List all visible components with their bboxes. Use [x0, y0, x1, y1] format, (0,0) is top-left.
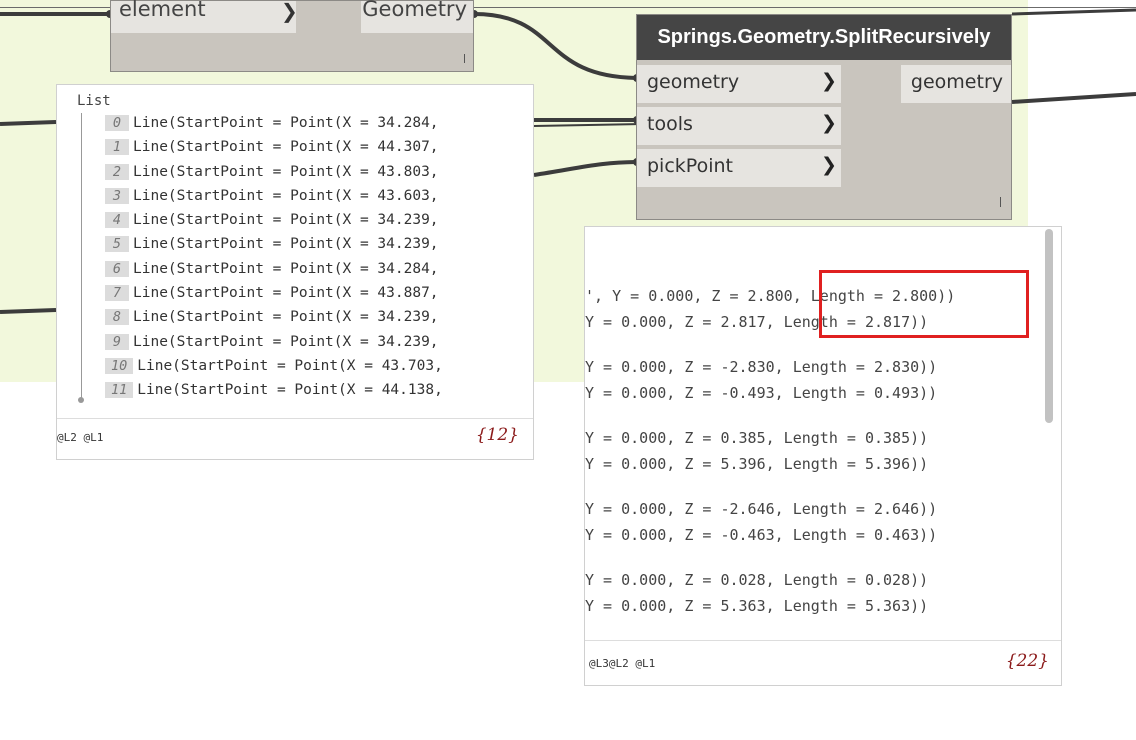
- wire-output-right: [1011, 92, 1136, 104]
- geometry-output-port[interactable]: Geometry: [361, 0, 473, 33]
- list-item-text: Line(StartPoint = Point(X = 44.307,: [133, 139, 439, 156]
- list-item-text: Line(StartPoint = Point(X = 34.239,: [133, 309, 439, 326]
- input-label-pickpoint: pickPoint: [647, 155, 733, 177]
- lacing-indicator: [464, 54, 465, 63]
- list-item[interactable]: 10 Line(StartPoint = Point(X = 43.703,: [105, 357, 443, 382]
- list-item-text: Line(StartPoint = Point(X = 43.887,: [133, 285, 439, 302]
- list-item[interactable]: Y = 0.000, Z = -2.830, Length = 2.830)): [585, 358, 937, 376]
- list-item[interactable]: 2 Line(StartPoint = Point(X = 43.803,: [105, 163, 443, 188]
- split-recursively-node[interactable]: Springs.Geometry.SplitRecursively geomet…: [636, 14, 1012, 220]
- list-index: 9: [105, 333, 129, 350]
- list-item[interactable]: Y = 0.000, Z = 0.385, Length = 0.385)): [585, 429, 928, 447]
- list-index: 11: [105, 382, 134, 399]
- list-item-text: Line(StartPoint = Point(X = 34.284,: [133, 115, 439, 131]
- list-item-text: Line(StartPoint = Point(X = 34.284,: [133, 260, 439, 277]
- element-node[interactable]: element ❯ Geometry: [110, 0, 474, 72]
- wire-geometry-to-split: [473, 12, 641, 80]
- list-item[interactable]: 11 Line(StartPoint = Point(X = 44.138,: [105, 382, 443, 406]
- output-port-geometry[interactable]: geometry: [901, 65, 1011, 103]
- list-item[interactable]: 9 Line(StartPoint = Point(X = 34.239,: [105, 333, 443, 358]
- list-index: 0: [105, 115, 129, 131]
- list-item[interactable]: Y = 0.000, Z = -0.463, Length = 0.463)): [585, 526, 937, 544]
- list-item-text: Line(StartPoint = Point(X = 44.138,: [137, 382, 443, 399]
- chevron-right-icon[interactable]: ❯: [821, 154, 837, 176]
- wire-to-pickpoint: [533, 160, 641, 177]
- list-levels[interactable]: @L2 @L1: [57, 431, 103, 444]
- list-index: 1: [105, 139, 129, 156]
- list-item-text: Line(StartPoint = Point(X = 34.239,: [133, 333, 439, 350]
- list-item[interactable]: 7 Line(StartPoint = Point(X = 43.887,: [105, 285, 443, 309]
- node-title[interactable]: Springs.Geometry.SplitRecursively: [637, 15, 1011, 60]
- list-item[interactable]: 6 Line(StartPoint = Point(X = 34.284,: [105, 260, 443, 285]
- wire-left-lower: [0, 308, 57, 314]
- list-item[interactable]: 8 Line(StartPoint = Point(X = 34.239,: [105, 309, 443, 333]
- list-item-text: Line(StartPoint = Point(X = 34.239,: [133, 212, 439, 229]
- element-input-port[interactable]: element ❯: [111, 0, 298, 33]
- list-index: 3: [105, 187, 129, 204]
- wire-list-to-tools-2: [533, 123, 641, 127]
- input-label-geometry: geometry: [647, 71, 740, 93]
- input-port-pickpoint[interactable]: pickPoint ❯: [637, 149, 841, 187]
- list-index: 6: [105, 260, 129, 277]
- item-count: {22}: [1005, 651, 1049, 671]
- chevron-right-icon[interactable]: ❯: [821, 70, 837, 92]
- list-index: 10: [105, 357, 134, 374]
- list-index: 7: [105, 285, 129, 302]
- tree-line: [81, 113, 82, 401]
- list-item-text: Line(StartPoint = Point(X = 34.239,: [133, 236, 439, 253]
- tree-end-dot: [78, 397, 84, 403]
- list-index: 8: [105, 309, 129, 326]
- geometry-output-label: Geometry: [362, 0, 467, 21]
- list-item[interactable]: 3 Line(StartPoint = Point(X = 43.603,: [105, 187, 443, 212]
- list-item[interactable]: Y = 0.000, Z = -2.646, Length = 2.646)): [585, 500, 937, 518]
- output-label-geometry: geometry: [910, 71, 1003, 93]
- item-count: {12}: [475, 425, 519, 445]
- element-input-label: element: [119, 0, 206, 21]
- list-item[interactable]: Y = 0.000, Z = -0.493, Length = 0.493)): [585, 384, 937, 402]
- list-item-text: Line(StartPoint = Point(X = 43.803,: [133, 163, 439, 180]
- list-rows: 0 Line(StartPoint = Point(X = 34.284, 1 Li…: [105, 115, 443, 407]
- list-item-text: Line(StartPoint = Point(X = 43.603,: [133, 187, 439, 204]
- list-item[interactable]: Y = 0.000, Z = 5.396, Length = 5.396)): [585, 455, 928, 473]
- input-label-tools: tools: [647, 113, 693, 135]
- list-item[interactable]: 0 Line(StartPoint = Point(X = 34.284,: [105, 115, 443, 139]
- wire-top-right: [1011, 8, 1136, 16]
- preview-footer: @L2 @L1 {12}: [57, 418, 533, 459]
- wire-left-mid: [0, 120, 57, 126]
- input-port-geometry[interactable]: geometry ❯: [637, 65, 841, 103]
- input-port-tools[interactable]: tools ❯: [637, 107, 841, 145]
- highlight-box: [819, 270, 1029, 338]
- list-item[interactable]: 4 Line(StartPoint = Point(X = 34.239,: [105, 212, 443, 236]
- list-item[interactable]: 1 Line(StartPoint = Point(X = 44.307,: [105, 139, 443, 163]
- list-index: 5: [105, 236, 129, 253]
- preview-footer: @L3@L2 @L1 {22}: [585, 640, 1061, 685]
- list-item-text: Line(StartPoint = Point(X = 43.703,: [137, 357, 443, 374]
- list-item[interactable]: Y = 0.000, Z = 5.363, Length = 5.363)): [585, 597, 928, 615]
- list-index: 4: [105, 212, 129, 229]
- lacing-indicator: [1000, 197, 1001, 207]
- list-index: 2: [105, 163, 129, 180]
- vertical-scrollbar[interactable]: [1045, 229, 1053, 423]
- list-levels[interactable]: @L3@L2 @L1: [589, 657, 655, 670]
- list-title: List: [77, 93, 111, 109]
- chevron-right-icon[interactable]: ❯: [821, 112, 837, 134]
- list-item[interactable]: Y = 0.000, Z = 0.028, Length = 0.028)): [585, 571, 928, 589]
- list-preview-panel[interactable]: List 0 Line(StartPoint = Point(X = 34.284…: [56, 84, 534, 460]
- list-item[interactable]: 5 Line(StartPoint = Point(X = 34.239,: [105, 236, 443, 260]
- chevron-right-icon[interactable]: ❯: [281, 0, 298, 23]
